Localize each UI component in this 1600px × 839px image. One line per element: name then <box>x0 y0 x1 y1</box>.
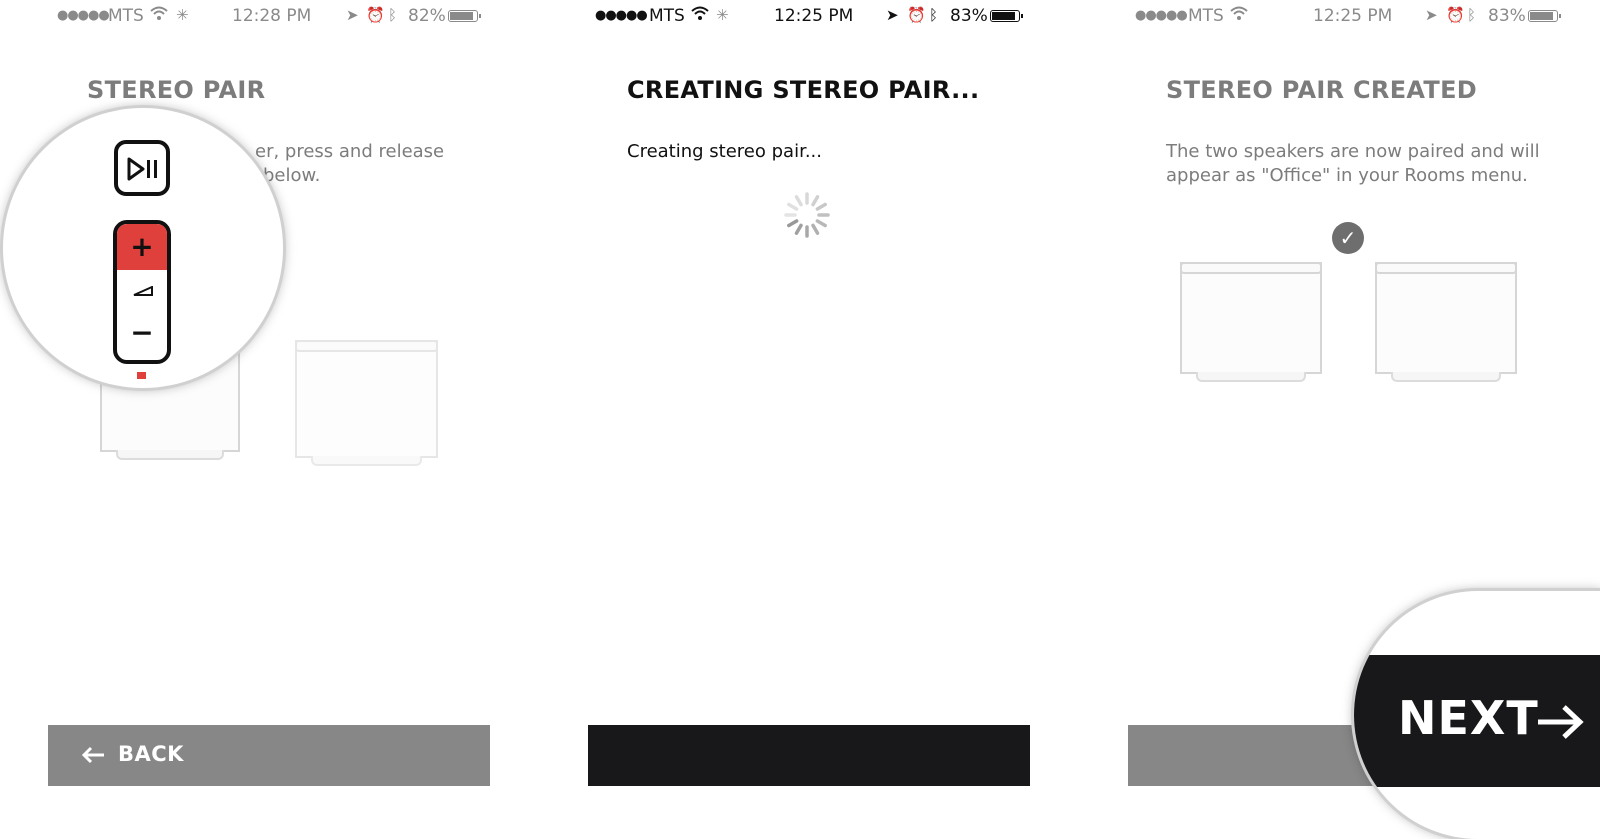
status-bar: ●●●●● MTS ✳ 12:25 PM ➤ ⏰ ᛒ 83% <box>530 4 1070 26</box>
confirmation-line-1: The two speakers are now paired and will <box>1166 141 1540 162</box>
stereo-pair-screen: ●●●●● MTS ✳ 12:28 PM ➤ ⏰ ᛒ 82% STEREO PA… <box>0 0 530 839</box>
signal-dots-icon: ●●●●● <box>595 8 648 23</box>
wifi-icon <box>691 6 709 24</box>
battery-icon <box>990 10 1023 22</box>
progress-footer-bar <box>588 725 1030 786</box>
bluetooth-icon: ᛒ <box>929 6 939 24</box>
next-button[interactable]: NEXT <box>1354 655 1600 787</box>
battery-percent: 83% <box>950 6 988 26</box>
status-text: Creating stereo pair... <box>627 141 822 162</box>
activity-spinner-icon: ✳ <box>716 6 729 24</box>
speaker-controls-magnifier: + − <box>3 108 283 388</box>
wifi-icon <box>150 6 168 24</box>
volume-up-button: + <box>117 224 167 270</box>
wifi-icon <box>1230 6 1248 24</box>
status-bar: ●●●●● MTS 12:25 PM ➤ ⏰ ᛒ 83% <box>1070 4 1600 26</box>
carrier-label: MTS <box>1188 6 1224 26</box>
play-pause-icon <box>127 157 157 181</box>
page-title: CREATING STEREO PAIR... <box>627 76 980 104</box>
volume-control: + − <box>113 220 171 364</box>
status-light-icon <box>137 372 146 379</box>
location-arrow-icon: ➤ <box>346 6 359 24</box>
clock: 12:28 PM <box>232 6 312 26</box>
battery-icon <box>1528 10 1561 22</box>
volume-level-icon <box>133 286 153 296</box>
alarm-icon: ⏰ <box>366 6 385 24</box>
next-button-magnifier: NEXT <box>1354 591 1600 839</box>
speaker-left-illustration <box>1180 262 1322 382</box>
location-arrow-icon: ➤ <box>1425 6 1438 24</box>
battery-icon <box>448 10 481 22</box>
status-bar: ●●●●● MTS ✳ 12:28 PM ➤ ⏰ ᛒ 82% <box>0 4 530 26</box>
back-button[interactable]: BACK <box>48 725 490 786</box>
play-pause-button <box>114 140 170 196</box>
signal-dots-icon: ●●●●● <box>57 8 110 23</box>
checkmark-icon: ✓ <box>1332 222 1364 254</box>
creating-stereo-pair-screen: ●●●●● MTS ✳ 12:25 PM ➤ ⏰ ᛒ 83% CREATING … <box>530 0 1070 839</box>
speaker-right-illustration <box>1375 262 1517 382</box>
back-button-label: BACK <box>118 742 184 766</box>
carrier-label: MTS <box>649 6 685 26</box>
next-button-label: NEXT <box>1398 691 1539 745</box>
arrow-right-icon <box>1538 705 1584 739</box>
volume-down-button: − <box>130 316 154 349</box>
bluetooth-icon: ᛒ <box>388 6 398 24</box>
location-arrow-icon: ➤ <box>886 6 899 24</box>
signal-dots-icon: ●●●●● <box>1135 8 1188 23</box>
loading-spinner-icon <box>784 192 830 238</box>
speaker-right-illustration <box>295 340 438 466</box>
bluetooth-icon: ᛒ <box>1467 6 1477 24</box>
arrow-left-icon <box>81 746 104 764</box>
clock: 12:25 PM <box>774 6 854 26</box>
battery-percent: 83% <box>1488 6 1526 26</box>
stereo-pair-created-screen: ●●●●● MTS 12:25 PM ➤ ⏰ ᛒ 83% STEREO PAIR… <box>1070 0 1600 839</box>
confirmation-line-2: appear as "Office" in your Rooms menu. <box>1166 165 1528 186</box>
alarm-icon: ⏰ <box>1446 6 1465 24</box>
carrier-label: MTS <box>108 6 144 26</box>
page-title: STEREO PAIR CREATED <box>1166 76 1477 104</box>
page-title: STEREO PAIR <box>87 76 266 104</box>
activity-spinner-icon: ✳ <box>176 6 189 24</box>
battery-percent: 82% <box>408 6 446 26</box>
clock: 12:25 PM <box>1313 6 1393 26</box>
alarm-icon: ⏰ <box>907 6 926 24</box>
confirmation-text: The two speakers are now paired and will… <box>1166 140 1540 188</box>
